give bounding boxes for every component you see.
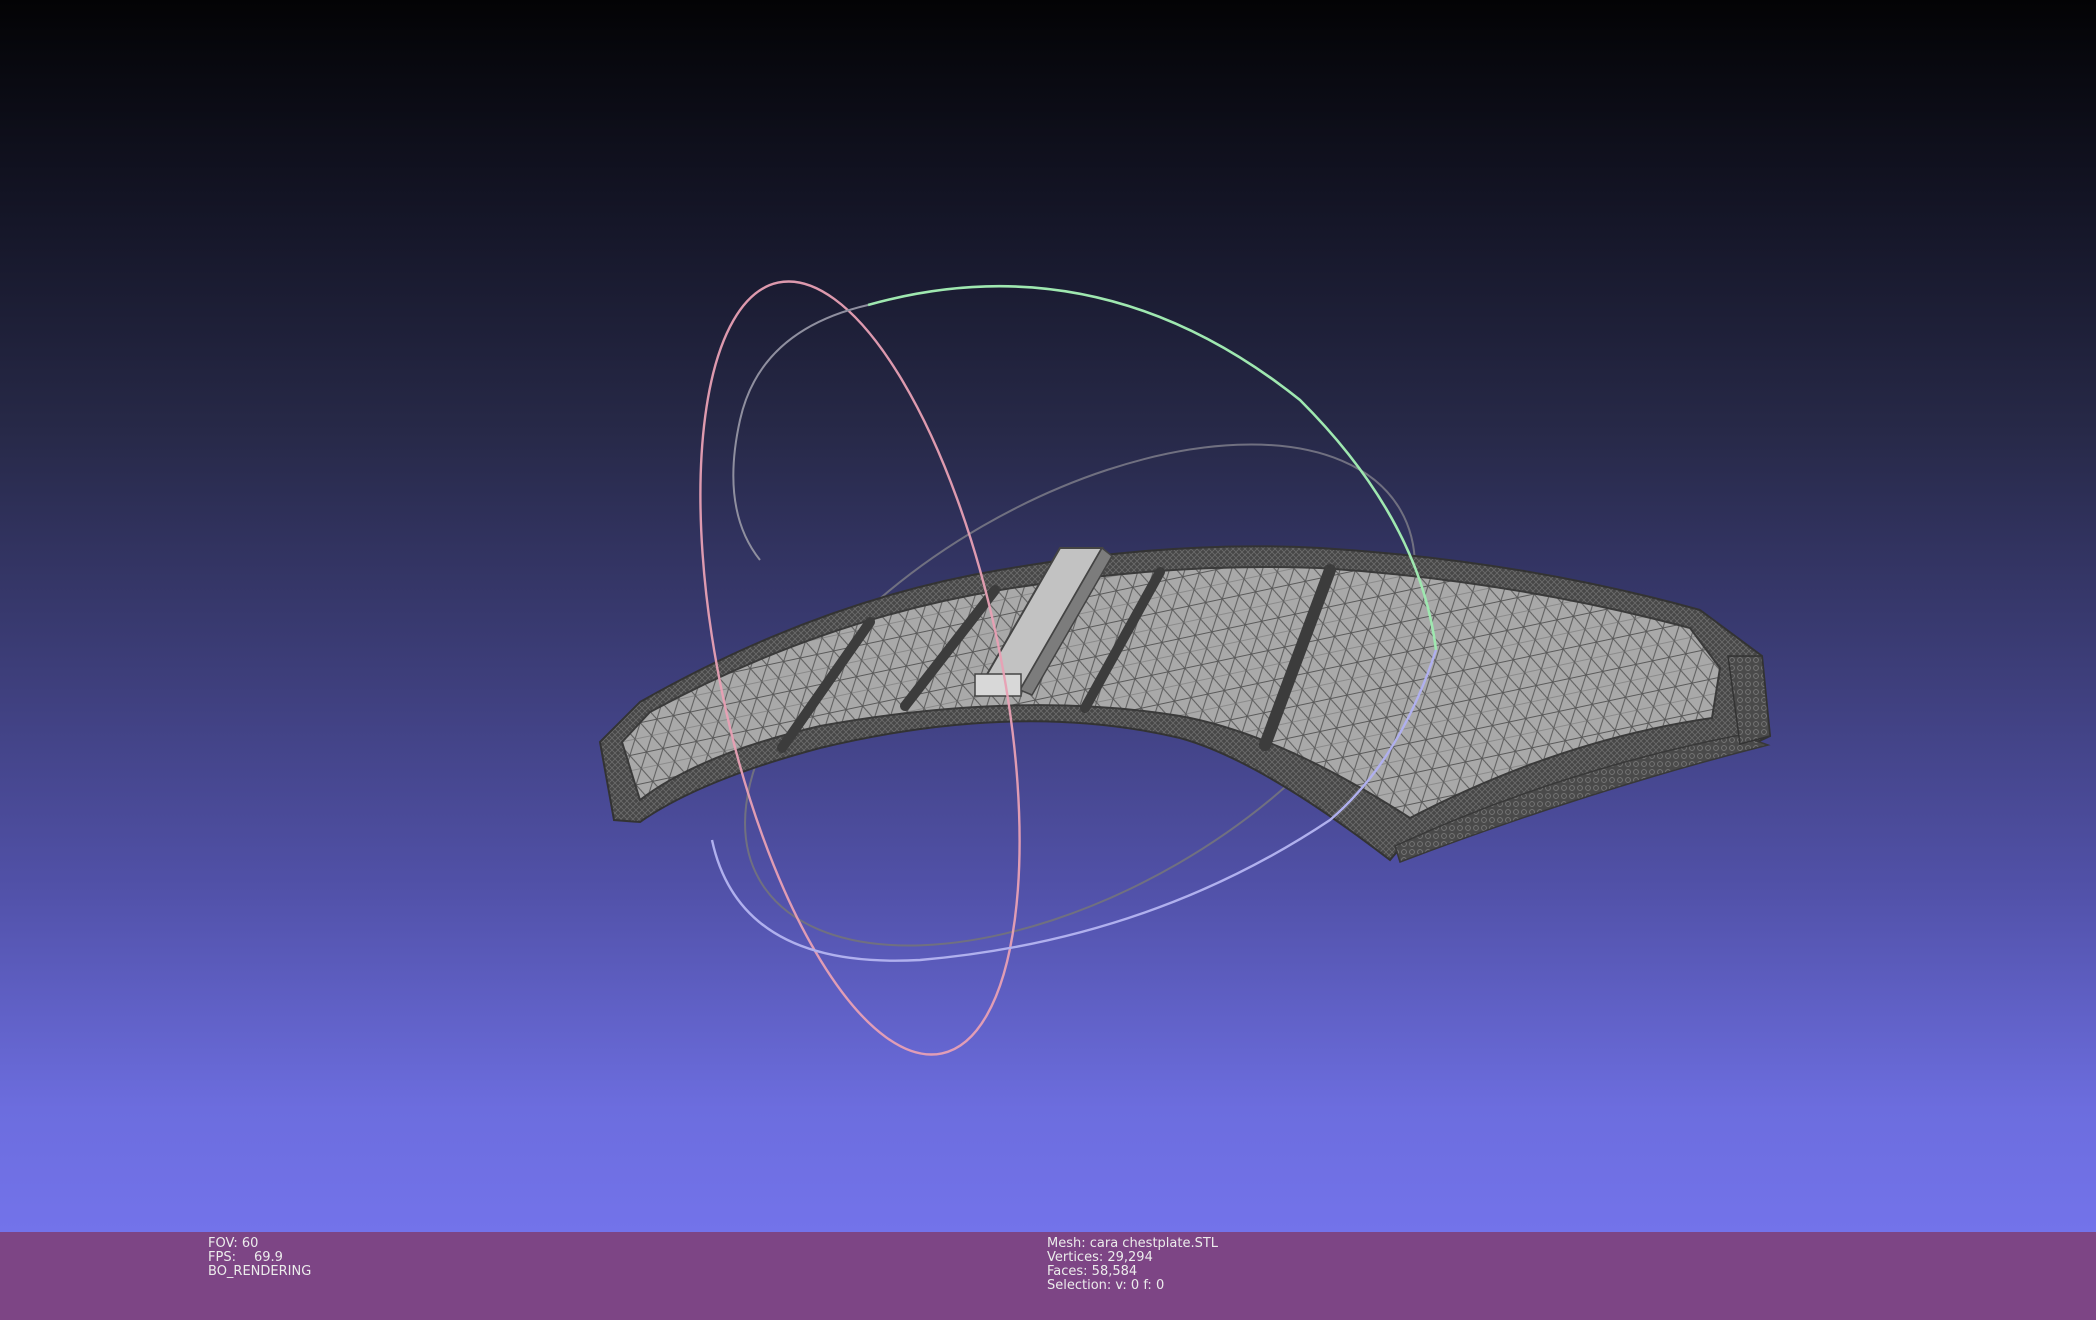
fov-readout: FOV: 60 (208, 1236, 259, 1251)
mesh-scene[interactable] (0, 0, 2096, 1232)
mesh-name: Mesh: cara chestplate.STL (1047, 1236, 1219, 1251)
selection-info: Selection: v: 0 f: 0 (1047, 1278, 1165, 1293)
3d-viewport[interactable] (0, 0, 2096, 1232)
render-info: FOV: 60 FPS: 69.9 BO_RENDERING (208, 1237, 311, 1279)
render-mode: BO_RENDERING (208, 1264, 312, 1279)
fps-value: 69.9 (253, 1250, 283, 1265)
mesh-info: Mesh: cara chestplate.STL Vertices: 29,2… (1047, 1237, 1218, 1293)
vertex-count: Vertices: 29,294 (1047, 1250, 1153, 1265)
fps-readout: FPS: 69.9 (208, 1251, 311, 1265)
status-info-bar: FOV: 60 FPS: 69.9 BO_RENDERING Mesh: cara… (0, 1232, 2096, 1320)
face-count: Faces: 58,584 (1047, 1264, 1138, 1279)
fps-label: FPS: (208, 1250, 236, 1265)
